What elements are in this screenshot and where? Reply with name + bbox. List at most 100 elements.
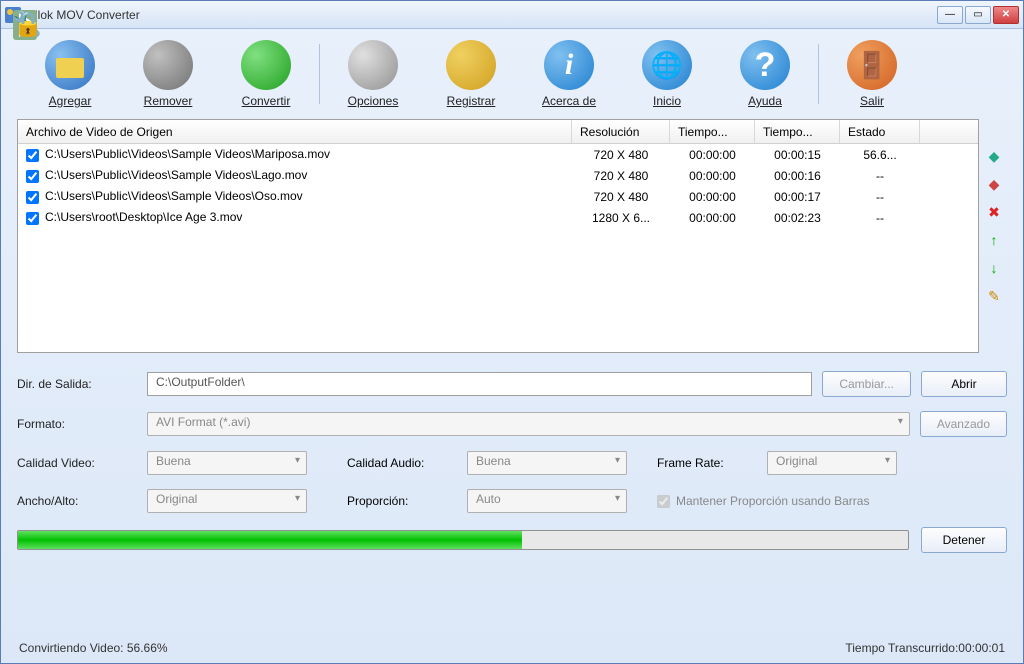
move-down-button[interactable]: ↓ (985, 259, 1003, 277)
remover-label: Remover (144, 94, 193, 108)
window-title: Allok MOV Converter (27, 8, 937, 22)
abrir-button[interactable]: Abrir (921, 371, 1007, 397)
col-header-time-end[interactable]: Tiempo... (755, 120, 840, 143)
remove-selected-button[interactable]: ✖ (985, 203, 1003, 221)
cell-time-start: 00:00:00 (670, 167, 755, 185)
cell-time-end: 00:00:17 (755, 188, 840, 206)
ancho-alto-select[interactable]: Original (147, 489, 307, 513)
separator (319, 44, 320, 104)
registrar-button[interactable]: Registrar (422, 40, 520, 108)
progress-bar (17, 530, 909, 550)
lock-icon (446, 40, 496, 90)
row-checkbox[interactable] (26, 149, 39, 162)
formato-label: Formato: (17, 417, 137, 431)
file-path: C:\Users\Public\Videos\Sample Videos\Mar… (45, 147, 330, 161)
status-converting: Convirtiendo Video: 56.66% (19, 641, 168, 655)
ancho-alto-label: Ancho/Alto: (17, 494, 137, 508)
deselect-all-button[interactable]: ◆ (985, 175, 1003, 193)
folder-add-icon (45, 40, 95, 90)
avanzado-button[interactable]: Avanzado (920, 411, 1007, 437)
ayuda-button[interactable]: ? Ayuda (716, 40, 814, 108)
row-checkbox[interactable] (26, 212, 39, 225)
inicio-label: Inicio (653, 94, 681, 108)
cambiar-button[interactable]: Cambiar... (822, 371, 911, 397)
window-controls: — ▭ ✕ (937, 6, 1019, 24)
content: Archivo de Video de Origen Resolución Ti… (1, 119, 1023, 637)
detener-button[interactable]: Detener (921, 527, 1007, 553)
titlebar: Allok MOV Converter — ▭ ✕ (1, 1, 1023, 29)
globe-icon (642, 40, 692, 90)
table-row[interactable]: C:\Users\Public\Videos\Sample Videos\Oso… (18, 186, 978, 207)
move-up-button[interactable]: ↑ (985, 231, 1003, 249)
wrench-icon (348, 40, 398, 90)
cell-estado: -- (840, 167, 920, 185)
formato-select[interactable]: AVI Format (*.avi) (147, 412, 910, 436)
row-checkbox[interactable] (26, 191, 39, 204)
convertir-button[interactable]: Convertir (217, 40, 315, 108)
cell-time-end: 00:00:15 (755, 146, 840, 164)
acerca-button[interactable]: i Acerca de (520, 40, 618, 108)
calidad-audio-label: Calidad Audio: (347, 456, 457, 470)
salir-button[interactable]: Salir (823, 40, 921, 108)
agregar-label: Agregar (49, 94, 92, 108)
mantener-proporcion-checkbox[interactable]: Mantener Proporción usando Barras (657, 494, 869, 508)
status-bar: Convirtiendo Video: 56.66% Tiempo Transc… (1, 637, 1023, 663)
convertir-label: Convertir (242, 94, 291, 108)
salir-label: Salir (860, 94, 884, 108)
cell-time-start: 00:00:00 (670, 146, 755, 164)
proporcion-select[interactable]: Auto (467, 489, 627, 513)
inicio-button[interactable]: Inicio (618, 40, 716, 108)
cell-resolution: 1280 X 6... (572, 209, 670, 227)
framerate-select[interactable]: Original (767, 451, 897, 475)
side-tools: ◆ ◆ ✖ ↑ ↓ ✎ (985, 119, 1007, 353)
output-dir-label: Dir. de Salida: (17, 377, 137, 391)
opciones-button[interactable]: Opciones (324, 40, 422, 108)
calidad-video-select[interactable]: Buena (147, 451, 307, 475)
preview-button[interactable]: ✎ (985, 287, 1003, 305)
cell-resolution: 720 X 480 (572, 146, 670, 164)
list-area: Archivo de Video de Origen Resolución Ti… (17, 119, 1007, 353)
close-button[interactable]: ✕ (993, 6, 1019, 24)
maximize-button[interactable]: ▭ (965, 6, 991, 24)
cell-time-start: 00:00:00 (670, 188, 755, 206)
agregar-button[interactable]: Agregar (21, 40, 119, 108)
file-path: C:\Users\Public\Videos\Sample Videos\Oso… (45, 189, 303, 203)
cell-estado: -- (840, 209, 920, 227)
framerate-label: Frame Rate: (657, 456, 757, 470)
app-window: Allok MOV Converter — ▭ ✕ Agregar Remove… (0, 0, 1024, 664)
cell-time-start: 00:00:00 (670, 209, 755, 227)
cell-estado: 56.6... (840, 146, 920, 164)
table-row[interactable]: C:\Users\root\Desktop\Ice Age 3.mov 1280 … (18, 207, 978, 228)
col-header-file[interactable]: Archivo de Video de Origen (18, 120, 572, 143)
table-row[interactable]: C:\Users\Public\Videos\Sample Videos\Lag… (18, 165, 978, 186)
acerca-label: Acerca de (542, 94, 596, 108)
col-header-time-start[interactable]: Tiempo... (670, 120, 755, 143)
col-header-resolution[interactable]: Resolución (572, 120, 670, 143)
cell-resolution: 720 X 480 (572, 188, 670, 206)
help-icon: ? (740, 40, 790, 90)
exit-icon (847, 40, 897, 90)
proporcion-label: Proporción: (347, 494, 457, 508)
col-header-estado[interactable]: Estado (840, 120, 920, 143)
calidad-audio-select[interactable]: Buena (467, 451, 627, 475)
calidad-video-label: Calidad Video: (17, 456, 137, 470)
mantener-label: Mantener Proporción usando Barras (676, 494, 869, 508)
opciones-label: Opciones (348, 94, 399, 108)
cell-time-end: 00:00:16 (755, 167, 840, 185)
list-header: Archivo de Video de Origen Resolución Ti… (18, 120, 978, 144)
select-all-button[interactable]: ◆ (985, 147, 1003, 165)
minimize-button[interactable]: — (937, 6, 963, 24)
output-dir-input[interactable]: C:\OutputFolder\ (147, 372, 812, 396)
play-icon (241, 40, 291, 90)
file-path: C:\Users\root\Desktop\Ice Age 3.mov (45, 210, 242, 224)
file-path: C:\Users\Public\Videos\Sample Videos\Lag… (45, 168, 307, 182)
settings-panel: Dir. de Salida: C:\OutputFolder\ Cambiar… (17, 371, 1007, 553)
remover-button[interactable]: Remover (119, 40, 217, 108)
row-checkbox[interactable] (26, 170, 39, 183)
mantener-checkbox-input[interactable] (657, 495, 670, 508)
file-list: Archivo de Video de Origen Resolución Ti… (17, 119, 979, 353)
toolbar: Agregar Remover Convertir Opciones Regis… (1, 29, 1023, 119)
cell-resolution: 720 X 480 (572, 167, 670, 185)
registrar-label: Registrar (447, 94, 496, 108)
table-row[interactable]: C:\Users\Public\Videos\Sample Videos\Mar… (18, 144, 978, 165)
